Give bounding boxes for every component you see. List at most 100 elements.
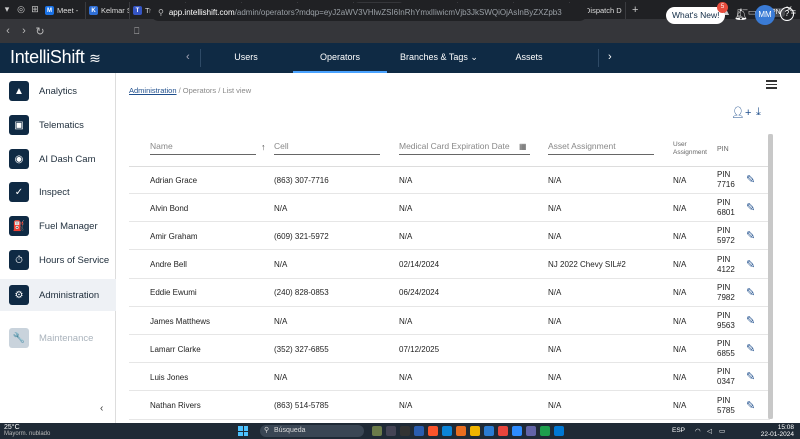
url-field[interactable]: ⚲ app.intellishift.com/admin/operators?m… (150, 3, 588, 21)
edit-icon[interactable]: ✎ (746, 201, 755, 214)
brave-icon[interactable] (428, 426, 438, 436)
edit-icon[interactable]: ✎ (746, 286, 755, 299)
browser-tab[interactable]: KKelmar Sa (86, 2, 130, 19)
edit-icon[interactable]: ✎ (746, 173, 755, 186)
operator-pin: PIN 4122 (717, 255, 735, 275)
bell-icon[interactable]: 🔔︎ (734, 8, 748, 21)
scrollbar-thumb[interactable] (768, 134, 773, 419)
task-view-icon[interactable] (386, 426, 396, 436)
forward-icon[interactable]: › (16, 25, 32, 37)
tab-search-icon[interactable]: ▾ (0, 0, 14, 19)
site-info-icon[interactable]: ⚲ (158, 8, 164, 17)
chrome-icon[interactable]: ◎ (14, 0, 28, 19)
menu-icon[interactable] (766, 80, 777, 91)
pin-label: PIN (717, 395, 731, 405)
table-row[interactable]: Lamarr Clarke (352) 327-6855 07/12/2025 N/A… (129, 335, 770, 364)
folder-icon[interactable] (470, 426, 480, 436)
zoom-icon[interactable] (512, 426, 522, 436)
sidebar-item-ai-dash-cam[interactable]: ◉ AI Dash Cam (0, 143, 116, 175)
medical-card-date: N/A (399, 175, 413, 185)
tab-assets-label: Assets (515, 52, 543, 62)
excel-icon[interactable] (540, 426, 550, 436)
scrollbar[interactable] (768, 134, 773, 419)
sidebar-item-fuel-manager[interactable]: ⛽ Fuel Manager (0, 210, 116, 242)
asset-assignment: N/A (548, 316, 562, 326)
collapse-sidebar-icon[interactable]: ‹ (100, 403, 103, 414)
sidebar-item-maintenance[interactable]: 🔧 Maintenance (0, 322, 116, 354)
weather-widget[interactable]: 25°C Mayorm. nublado (4, 424, 50, 438)
medical-card-filter-field[interactable]: Medical Card Expiration Date (399, 141, 530, 155)
operator-name: Amir Graham (150, 231, 198, 241)
name-filter-field[interactable]: Name (150, 141, 256, 155)
wifi-icon[interactable]: ◠ (695, 427, 701, 435)
breadcrumb-rest: / Operators / List view (176, 86, 252, 95)
breadcrumb-link-administration[interactable]: Administration (129, 86, 177, 95)
tab-branches-tags[interactable]: Branches & Tags ⌄ (392, 43, 486, 73)
chrome-taskbar-icon[interactable] (498, 426, 508, 436)
table-row[interactable]: Nathan Rivers (863) 514-5785 N/A N/A N/A PIN 5… (129, 392, 770, 420)
tab-users[interactable]: Users (206, 43, 286, 73)
table-row[interactable]: Andre Bell N/A 02/14/2024 NJ 2022 Chevy SIL… (129, 251, 770, 279)
edit-icon[interactable]: ✎ (746, 314, 755, 327)
table-row[interactable]: Eddie Ewumi (240) 828-0853 06/24/2024 N/A N/… (129, 279, 770, 307)
outlook-icon[interactable] (554, 426, 564, 436)
user-assignment-column-header[interactable]: User Assignment (673, 141, 707, 157)
sidebar-item-hours-of-service[interactable]: ⏱ Hours of Service (0, 244, 116, 276)
table-row[interactable]: Adrian Grace (863) 307-7716 N/A N/A N/A PIN 77… (129, 166, 770, 194)
nav-next-icon[interactable]: › (608, 51, 612, 63)
table-row[interactable]: Alvin Bond N/A N/A N/A N/A PIN 6801 ✎ (129, 194, 770, 223)
bookmark-icon[interactable]: ⎕ (134, 26, 139, 37)
edge-icon[interactable] (442, 426, 452, 436)
sidebar-item-telematics[interactable]: ▣ Telematics (0, 109, 116, 141)
grid-icon[interactable]: ⊞ (28, 0, 42, 19)
sidebar-item-administration[interactable]: ⚙ Administration (0, 279, 116, 311)
widget-image-icon[interactable] (372, 426, 382, 436)
table-row[interactable]: Amir Graham (609) 321-5972 N/A N/A N/A PIN 597… (129, 222, 770, 251)
asset-assignment: N/A (548, 401, 562, 411)
operator-name: Alvin Bond (150, 203, 189, 213)
pin-column-header[interactable]: PIN (717, 146, 729, 154)
asset-assignment: N/A (548, 344, 562, 354)
logo[interactable]: IntelliShift ≋ (10, 47, 101, 68)
calendar-icon[interactable]: ▦ (519, 142, 527, 151)
new-tab-icon[interactable]: + (626, 4, 644, 16)
pin-value: 0347 (717, 377, 735, 387)
table-row[interactable]: James Matthews N/A N/A N/A N/A PIN 9563 ✎ (129, 307, 770, 335)
edit-icon[interactable]: ✎ (746, 342, 755, 355)
help-icon[interactable]: ? (780, 7, 794, 21)
windows-start-icon[interactable] (238, 426, 248, 436)
tab-operators[interactable]: Operators (293, 43, 387, 73)
edit-icon[interactable]: ✎ (746, 370, 755, 383)
sidebar-item-inspect[interactable]: ✓ Inspect (0, 176, 116, 208)
terminal-icon[interactable] (400, 426, 410, 436)
firefox-icon[interactable] (456, 426, 466, 436)
cell-filter-field[interactable]: Cell (274, 141, 380, 155)
volume-icon[interactable]: ◁ (707, 427, 712, 435)
tab-assets[interactable]: Assets (495, 43, 563, 73)
sidebar-item-analytics[interactable]: ▲ Analytics (0, 75, 116, 107)
pin-label: PIN (717, 282, 731, 292)
edit-icon[interactable]: ✎ (746, 229, 755, 242)
nav-prev-icon[interactable]: ‹ (186, 51, 190, 63)
table-row[interactable]: Luis Jones N/A N/A N/A N/A PIN 0347 ✎ (129, 363, 770, 392)
edit-icon[interactable]: ✎ (746, 258, 755, 271)
back-icon[interactable]: ‹ (0, 25, 16, 37)
download-icon[interactable]: ⤓ (756, 106, 761, 119)
pin-value: 4122 (717, 264, 735, 274)
add-user-icon[interactable]: 👤︎+ (731, 106, 751, 119)
asset-filter-field[interactable]: Asset Assignment (548, 141, 654, 155)
word-icon[interactable] (484, 426, 494, 436)
browser-tab[interactable]: M Meet - (42, 2, 86, 19)
notification-badge: 5 (717, 2, 728, 13)
teams-icon[interactable] (526, 426, 536, 436)
file-explorer-icon[interactable] (414, 426, 424, 436)
avatar[interactable]: MM (755, 5, 775, 25)
asset-assignment: N/A (548, 372, 562, 382)
sort-ascending-icon[interactable]: ↑ (261, 142, 266, 152)
edit-icon[interactable]: ✎ (746, 399, 755, 412)
taskbar-search[interactable]: ⚲ Búsqueda (260, 425, 364, 437)
battery-icon[interactable]: ▭ (719, 427, 725, 435)
reload-icon[interactable]: ↻ (32, 25, 48, 38)
language-indicator[interactable]: ESP (672, 427, 685, 434)
clock[interactable]: 15:08 22-01-2024 (761, 424, 794, 438)
